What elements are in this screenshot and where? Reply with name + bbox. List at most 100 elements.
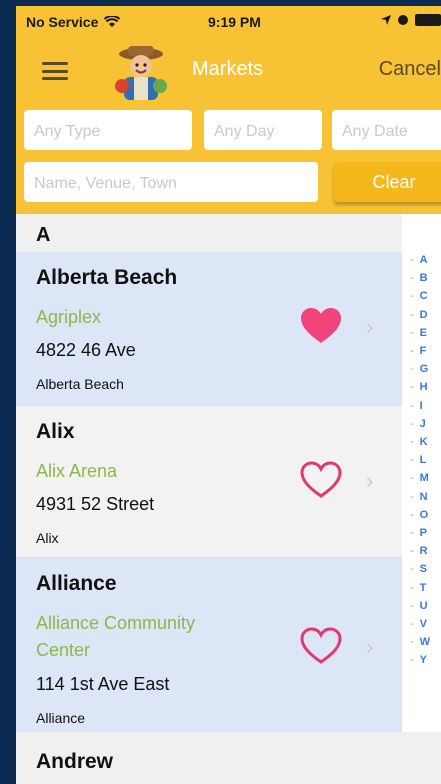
index-letter[interactable]: -B xyxy=(410,272,428,284)
index-letter[interactable]: -O xyxy=(410,509,428,521)
index-letter-label: O xyxy=(419,508,429,521)
index-letter-label: M xyxy=(419,472,429,485)
index-letter-label: Y xyxy=(419,654,428,667)
index-dash: - xyxy=(410,326,414,339)
index-dash: - xyxy=(410,636,414,649)
market-address: 4931 52 Street xyxy=(36,494,155,514)
date-filter[interactable]: Any Date xyxy=(332,110,441,150)
index-dash: - xyxy=(410,381,414,394)
market-name: Alberta Beach xyxy=(36,266,178,289)
favorite-outline-heart-icon[interactable] xyxy=(299,626,343,666)
index-dash: - xyxy=(410,436,414,448)
list-item[interactable]: Alberta Beach Agriplex 4822 46 Ave Alber… xyxy=(16,252,402,406)
index-letter[interactable]: -D xyxy=(410,309,428,321)
index-letter[interactable]: -N xyxy=(410,491,428,503)
market-address: 4822 46 Ave xyxy=(36,340,136,360)
market-venue: Alix Arena xyxy=(36,461,118,481)
index-letter[interactable]: -W xyxy=(410,636,430,648)
index-letter-label: A xyxy=(419,254,428,266)
index-letter[interactable]: -L xyxy=(410,454,426,466)
type-filter[interactable]: Any Type xyxy=(24,110,192,150)
app-screen: No Service 9:19 PM Markets Cancel Any Ty… xyxy=(16,6,441,784)
index-letter[interactable]: -Y xyxy=(410,654,427,666)
favorite-outline-heart-icon[interactable] xyxy=(299,460,343,500)
index-dash: - xyxy=(410,490,414,503)
status-right xyxy=(381,14,441,26)
index-letter-label: S xyxy=(419,563,428,576)
index-letter[interactable]: -H xyxy=(410,381,428,393)
chevron-right-icon: › xyxy=(366,468,374,493)
index-letter[interactable]: -A xyxy=(410,254,428,266)
index-letter-label: I xyxy=(419,399,423,412)
index-letter[interactable]: -I xyxy=(410,400,423,412)
index-dash: - xyxy=(410,563,414,576)
wifi-icon xyxy=(104,16,121,27)
list-item[interactable]: Alix Alix Arena 4931 52 Street Alix › xyxy=(16,406,402,558)
index-dash: - xyxy=(410,454,414,467)
index-letter-label: N xyxy=(419,490,428,503)
filter-panel: Any Type Any Day Any Date Name, Venue, T… xyxy=(16,102,441,214)
index-dash: - xyxy=(410,345,414,357)
index-letter-label: B xyxy=(419,272,428,285)
index-letter[interactable]: -U xyxy=(410,600,428,612)
index-letter-label: E xyxy=(419,326,428,339)
status-bar: No Service 9:19 PM xyxy=(16,6,441,36)
index-dash: - xyxy=(410,618,414,630)
index-letter[interactable]: -E xyxy=(410,327,427,339)
index-letter[interactable]: -J xyxy=(410,418,426,430)
index-dash: - xyxy=(410,581,414,594)
index-letter[interactable]: -F xyxy=(410,345,426,357)
index-letter-label: L xyxy=(419,454,427,467)
status-left: No Service xyxy=(26,14,121,30)
market-name: Alix xyxy=(36,420,75,443)
index-dash: - xyxy=(410,399,414,412)
search-input[interactable]: Name, Venue, Town xyxy=(24,162,318,202)
index-letter[interactable]: -S xyxy=(410,563,427,575)
index-letter[interactable]: -V xyxy=(410,618,427,630)
index-letter-label: J xyxy=(419,417,426,430)
index-letter-label: H xyxy=(419,381,428,394)
index-dash: - xyxy=(410,417,414,430)
alarm-icon xyxy=(398,15,408,25)
market-name: Alliance xyxy=(36,572,117,595)
index-letter-label: G xyxy=(419,363,429,376)
favorite-filled-heart-icon[interactable] xyxy=(299,306,343,346)
index-dash: - xyxy=(410,508,414,521)
day-filter[interactable]: Any Day xyxy=(204,110,322,150)
market-name: Andrew xyxy=(36,750,114,773)
index-dash: - xyxy=(410,545,414,558)
section-header: A xyxy=(16,214,402,252)
list-item[interactable]: Alliance Alliance Community Center 114 1… xyxy=(16,558,402,732)
index-letter-label: C xyxy=(419,290,428,303)
index-letter-label: F xyxy=(419,345,427,357)
index-letter[interactable]: -R xyxy=(410,545,428,557)
index-letter[interactable]: -P xyxy=(410,527,427,539)
menu-icon[interactable] xyxy=(42,62,68,80)
nav-bar: Markets Cancel xyxy=(16,36,441,102)
index-letter-label: V xyxy=(419,618,428,630)
market-venue: Agriplex xyxy=(36,307,102,327)
market-venue: Alliance Community Center xyxy=(36,613,196,660)
index-letter-label: U xyxy=(419,599,428,612)
index-letter[interactable]: -M xyxy=(410,472,429,484)
page-title: Markets xyxy=(192,58,264,80)
list-item[interactable]: Andrew xyxy=(16,732,441,784)
clear-button[interactable]: Clear xyxy=(334,162,441,202)
index-letter-label: W xyxy=(419,636,431,649)
alphabet-index: -A-B-C-D-E-F-G-H-I-J-K-L-M-N-O-P-R-S-T-U… xyxy=(402,252,441,732)
index-letter[interactable]: -T xyxy=(410,582,426,594)
market-town: Alliance xyxy=(36,710,86,726)
index-dash: - xyxy=(410,527,414,539)
status-time: 9:19 PM xyxy=(208,14,261,30)
index-letter[interactable]: -K xyxy=(410,436,428,448)
index-dash: - xyxy=(410,363,414,376)
cancel-button[interactable]: Cancel xyxy=(379,58,441,81)
index-letter-label: D xyxy=(419,308,428,321)
carrier-label: No Service xyxy=(26,14,99,30)
index-letter[interactable]: -C xyxy=(410,290,428,302)
index-dash: - xyxy=(410,654,414,667)
farmer-logo-icon xyxy=(112,42,170,100)
location-arrow-icon xyxy=(381,15,391,25)
index-letter[interactable]: -G xyxy=(410,363,428,375)
market-town: Alberta Beach xyxy=(36,376,124,392)
